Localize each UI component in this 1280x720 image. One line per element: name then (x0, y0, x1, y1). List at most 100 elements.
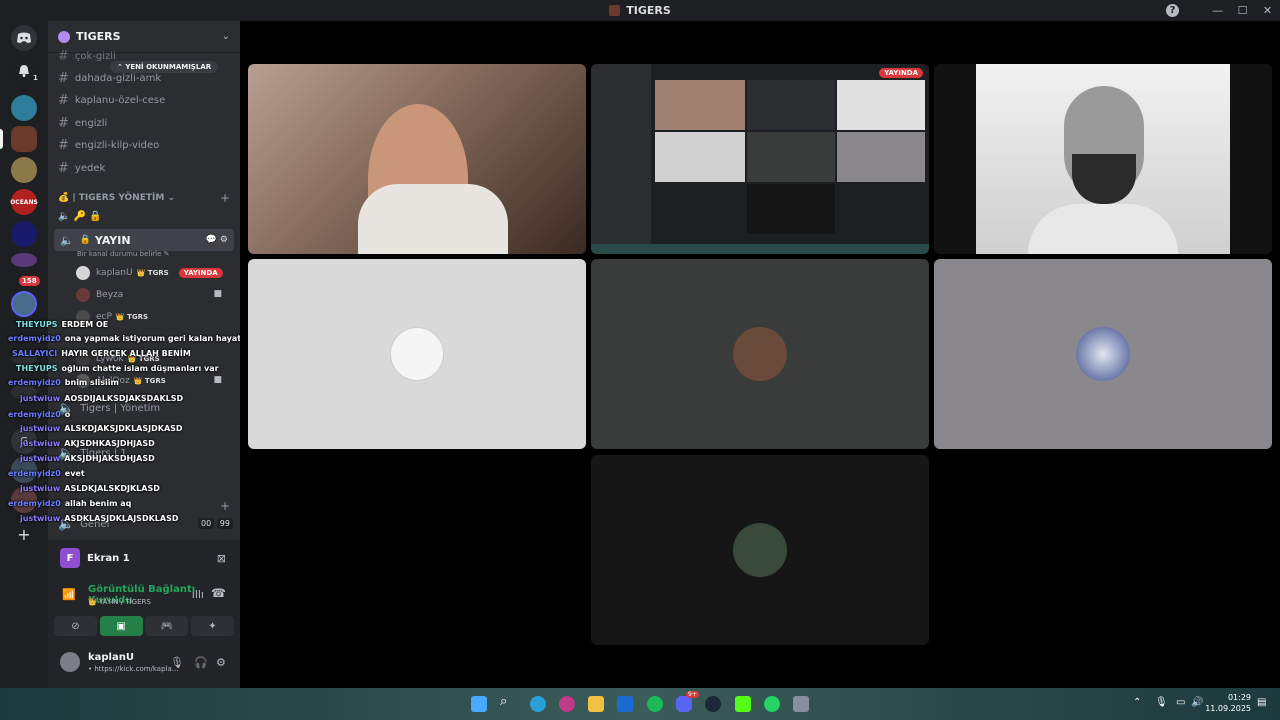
participant-tile[interactable] (248, 259, 586, 449)
headphones-icon[interactable]: 🎧 (194, 656, 208, 669)
server-icon[interactable] (11, 157, 37, 183)
participant-tile[interactable] (934, 259, 1272, 449)
voice-channel-item[interactable]: 🔈 Genel (58, 517, 109, 532)
voice-user[interactable]: kaplanU 👑 TGRS YAYINDA (76, 264, 223, 282)
stream-preview[interactable]: F Ekran 1 ⊠ (54, 544, 234, 572)
video-tile-screenshare[interactable]: YAYINDA (591, 64, 929, 254)
window-title: TIGERS (626, 4, 671, 17)
noise-icon[interactable]: ıllı (192, 588, 204, 601)
disconnect-icon[interactable]: ☎ (211, 586, 226, 600)
guild-tag-label: TGRS (138, 355, 160, 363)
voice-user[interactable]: ecP 👑 TGRS (76, 308, 148, 326)
participant-tile[interactable] (591, 259, 929, 449)
server-icon[interactable] (11, 291, 37, 317)
voice-user[interactable]: Beyza (76, 286, 123, 304)
voice-channel-item[interactable]: 🔈 Tigers | 1 (58, 446, 127, 461)
voice-user[interactable]: Lywok 👑 TGRS (76, 350, 160, 368)
voice-channel-actions[interactable]: 💬 ⚙ (206, 235, 228, 245)
voice-channel-status[interactable]: Bir kanal durumu belirle ✎ (77, 250, 170, 258)
server-icon[interactable] (11, 351, 37, 365)
search-icon[interactable]: ⌕ (500, 694, 516, 710)
voice-user[interactable]: AkılOoz 👑 TGRS (76, 372, 166, 390)
avatar (76, 310, 90, 324)
network-icon[interactable]: ▭ (1176, 697, 1185, 708)
voice-user-name: Lywok (96, 354, 124, 364)
start-icon[interactable] (471, 696, 487, 712)
camera-off-button[interactable]: ⊘ (54, 616, 97, 636)
channel-item[interactable]: # engizli (58, 116, 107, 131)
video-tile-webcam[interactable] (934, 64, 1272, 254)
speaker-icon: 🔈 (58, 446, 75, 461)
screen-share-button[interactable]: ▣ (99, 616, 143, 636)
edge-icon[interactable] (530, 696, 546, 712)
server-tigers-icon[interactable] (11, 126, 37, 152)
nested-tile (747, 184, 835, 234)
whatsapp-icon[interactable] (764, 696, 780, 712)
guild-tag-label: TGRS (127, 313, 149, 321)
notification-icon[interactable]: ▤ (1257, 697, 1266, 708)
channel-item[interactable]: # kaplanu-özel-cese (58, 93, 165, 108)
app-icon[interactable] (793, 696, 809, 712)
server-icon[interactable] (11, 457, 37, 483)
active-server-indicator (0, 129, 3, 149)
add-server-icon[interactable]: + (11, 521, 37, 547)
server-icon[interactable] (11, 95, 37, 121)
close-button[interactable]: ✕ (1255, 4, 1280, 17)
channel-label: çok-gizli (74, 51, 116, 62)
help-icon[interactable]: ? (1166, 4, 1179, 17)
channel-label: Genel (80, 519, 110, 530)
settings-gear-icon[interactable]: ⚙ (216, 656, 226, 669)
clock-date: 11.09.2025 (1205, 704, 1251, 713)
add-channel-icon[interactable]: + (220, 499, 230, 513)
voice-channel-yayin[interactable]: 🔈 🔒 YAYIN 💬 ⚙ (54, 229, 234, 251)
discord-badge: 9+ (686, 691, 699, 698)
server-folder-icon[interactable] (11, 253, 37, 267)
discord-home-icon[interactable] (11, 25, 37, 51)
minimize-button[interactable]: — (1205, 4, 1230, 17)
server-oceans-icon[interactable]: OCEANS (10, 189, 38, 215)
add-channel-icon[interactable]: + (220, 191, 230, 205)
clock[interactable]: 01:29 11.09.2025 (1205, 692, 1251, 714)
chevron-up-icon[interactable]: ⌃ (1133, 697, 1141, 708)
signal-icon[interactable]: 📶 (62, 588, 76, 601)
participant-tile[interactable] (591, 455, 929, 645)
category-header[interactable]: 💰 | TIGERS YÖNETİM ⌄ (58, 193, 175, 203)
server-icon[interactable] (11, 487, 37, 513)
maximize-button[interactable]: ☐ (1230, 4, 1255, 17)
video-tile-webcam[interactable] (248, 64, 586, 254)
steam-icon[interactable] (705, 696, 721, 712)
server-icon[interactable] (11, 385, 37, 399)
channel-user-counts: 00 99 (198, 518, 233, 529)
current-user[interactable]: kaplanU • https://kick.com/kapla... 🎙 🎧 … (54, 648, 234, 678)
channel-item[interactable]: # engizli-kilp-video (58, 138, 159, 153)
soundboard-button[interactable]: ✦ (190, 616, 234, 636)
discord-icon[interactable] (676, 696, 692, 712)
channel-item[interactable]: # yedek (58, 161, 105, 176)
folder-icon[interactable] (588, 696, 604, 712)
connection-sub-label: YAYIN / TIGERS (98, 598, 151, 606)
channel-item[interactable]: # çok-gizli (58, 49, 116, 64)
voice-channel-item[interactable]: 🔈 Tigers | Yönetim (58, 401, 160, 416)
locked-voice-channel[interactable]: 🔈 🔑 🔒 (58, 211, 102, 222)
nested-tile (655, 80, 745, 130)
guild-tag-label: TGRS (144, 377, 166, 385)
channel-label: engizli-kilp-video (74, 140, 160, 151)
outlook-icon[interactable] (617, 696, 633, 712)
app-icon[interactable] (559, 696, 575, 712)
microphone-icon[interactable]: 🎙 (1155, 697, 1168, 708)
spotify-icon[interactable] (647, 696, 663, 712)
volume-icon[interactable]: 🔊 (1191, 697, 1203, 708)
avatar (76, 266, 90, 280)
speaker-icon: 🔈 (58, 517, 75, 532)
stop-stream-icon[interactable]: ⊠ (217, 552, 226, 565)
server-g-icon[interactable]: G (11, 428, 37, 454)
channel-item[interactable]: # dahada-gizli-amk (58, 71, 161, 86)
activity-button[interactable]: 🎮 (145, 616, 189, 636)
count-right: 99 (216, 518, 233, 529)
avatar (76, 352, 90, 366)
guild-tag-label: TGRS (147, 269, 169, 277)
guild-boost-icon (58, 30, 70, 43)
server-icon[interactable] (11, 221, 37, 247)
microphone-icon[interactable]: 🎙 (170, 656, 184, 669)
kick-icon[interactable] (735, 696, 751, 712)
